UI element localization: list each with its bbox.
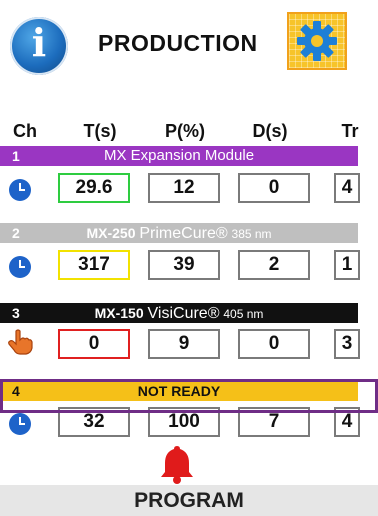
channel-2-power[interactable]: 39 xyxy=(148,250,220,280)
channel-1-bar: 1 MX Expansion Module xyxy=(0,146,358,166)
channel-3-time[interactable]: 0 xyxy=(58,329,130,359)
column-header-p: P(%) xyxy=(165,121,205,141)
program-button[interactable]: PROGRAM xyxy=(0,485,378,516)
clock-icon[interactable] xyxy=(9,413,31,435)
page-title: PRODUCTION xyxy=(98,30,258,56)
clock-icon[interactable] xyxy=(9,256,31,278)
channel-label: MX-250 PrimeCure® 385 nm xyxy=(86,225,272,242)
channel-1-delay[interactable]: 0 xyxy=(238,173,310,203)
channel-2-time[interactable]: 317 xyxy=(58,250,130,280)
channel-1-power[interactable]: 12 xyxy=(148,173,220,203)
settings-button[interactable] xyxy=(287,12,347,70)
header: i PRODUCTION xyxy=(0,0,378,88)
channel-1-time[interactable]: 29.6 xyxy=(58,173,130,203)
channel-3-trigger[interactable]: 3 xyxy=(334,329,360,359)
column-header-d: D(s) xyxy=(252,121,288,141)
alarm-button[interactable] xyxy=(155,442,199,486)
column-header-ch: Ch xyxy=(13,121,37,141)
channel-3-bar: 3 MX-150 VisiCure® 405 nm xyxy=(0,303,358,323)
channel-2-trigger[interactable]: 1 xyxy=(334,250,360,280)
bell-icon xyxy=(161,446,193,484)
info-icon: i xyxy=(31,20,47,65)
column-header-t: T(s) xyxy=(83,121,117,141)
channel-label: MX Expansion Module xyxy=(103,147,255,164)
column-header-tr: Tr xyxy=(341,121,359,141)
channel-2-delay[interactable]: 2 xyxy=(238,250,310,280)
clock-icon[interactable] xyxy=(9,179,31,201)
channel-label: MX-150 VisiCure® 405 nm xyxy=(94,305,264,322)
channel-3-power[interactable]: 9 xyxy=(148,329,220,359)
channel-3-delay[interactable]: 0 xyxy=(238,329,310,359)
channel-1-trigger[interactable]: 4 xyxy=(334,173,360,203)
highlight-rectangle xyxy=(0,379,378,413)
channel-2-bar: 2 MX-250 PrimeCure® 385 nm xyxy=(0,223,358,243)
gear-icon xyxy=(297,21,337,61)
hand-icon-graphic xyxy=(8,329,33,355)
hand-icon[interactable] xyxy=(6,328,34,356)
